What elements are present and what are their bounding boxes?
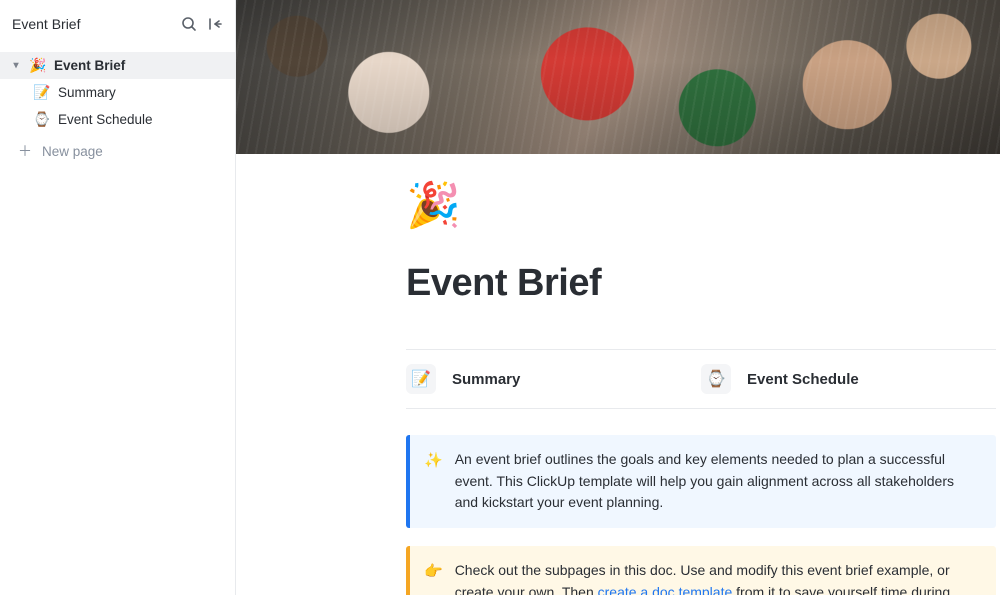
new-page-button[interactable]: ＋ New page — [0, 133, 235, 169]
sidebar-item-event-brief[interactable]: ▾ 🎉 Event Brief — [0, 52, 235, 79]
sidebar-item-summary[interactable]: 📝 Summary — [0, 79, 235, 106]
subpage-card-summary[interactable]: 📝 Summary — [406, 364, 701, 394]
party-popper-icon: 🎉 — [30, 57, 46, 74]
sidebar-item-event-schedule[interactable]: ⌚ Event Schedule — [0, 106, 235, 133]
create-doc-template-link[interactable]: create a doc template — [598, 584, 733, 595]
sidebar: Event Brief ▾ 🎉 Event Brief 📝 Summary ⌚ … — [0, 0, 236, 595]
search-icon[interactable] — [181, 16, 197, 32]
sidebar-header: Event Brief — [0, 0, 235, 48]
main-content: 🎉 Event Brief 📝 Summary ⌚ Event Schedule… — [236, 0, 1000, 595]
subpage-card-label: Summary — [452, 371, 520, 388]
subpage-cards-row: 📝 Summary ⌚ Event Schedule — [406, 349, 996, 409]
callout-tip[interactable]: 👉 Check out the subpages in this doc. Us… — [406, 546, 996, 595]
sidebar-item-label: Summary — [58, 85, 116, 100]
page-tree: ▾ 🎉 Event Brief 📝 Summary ⌚ Event Schedu… — [0, 48, 235, 133]
collapse-sidebar-icon[interactable] — [207, 16, 223, 32]
cover-image[interactable] — [236, 0, 1000, 154]
chevron-down-icon[interactable]: ▾ — [10, 60, 22, 71]
memo-icon: 📝 — [406, 364, 436, 394]
sidebar-item-label: Event Brief — [54, 58, 125, 73]
subpage-card-label: Event Schedule — [747, 371, 859, 388]
doc-title[interactable]: Event Brief — [12, 16, 80, 32]
callout-text: Check out the subpages in this doc. Use … — [455, 560, 980, 595]
plus-icon: ＋ — [18, 141, 32, 161]
watch-icon: ⌚ — [34, 111, 50, 128]
sidebar-actions — [181, 16, 223, 32]
callout-info[interactable]: ✨ An event brief outlines the goals and … — [406, 435, 996, 528]
watch-icon: ⌚ — [701, 364, 731, 394]
page-title[interactable]: Event Brief — [406, 262, 996, 305]
memo-icon: 📝 — [34, 84, 50, 101]
sidebar-item-label: Event Schedule — [58, 112, 153, 127]
page-icon[interactable]: 🎉 — [406, 184, 996, 228]
page-body: 🎉 Event Brief 📝 Summary ⌚ Event Schedule… — [236, 154, 996, 595]
sparkles-icon: ✨ — [424, 449, 443, 514]
new-page-label: New page — [42, 144, 103, 159]
subpage-card-event-schedule[interactable]: ⌚ Event Schedule — [701, 364, 996, 394]
callout-text: An event brief outlines the goals and ke… — [455, 449, 980, 514]
pointing-right-icon: 👉 — [424, 560, 443, 595]
